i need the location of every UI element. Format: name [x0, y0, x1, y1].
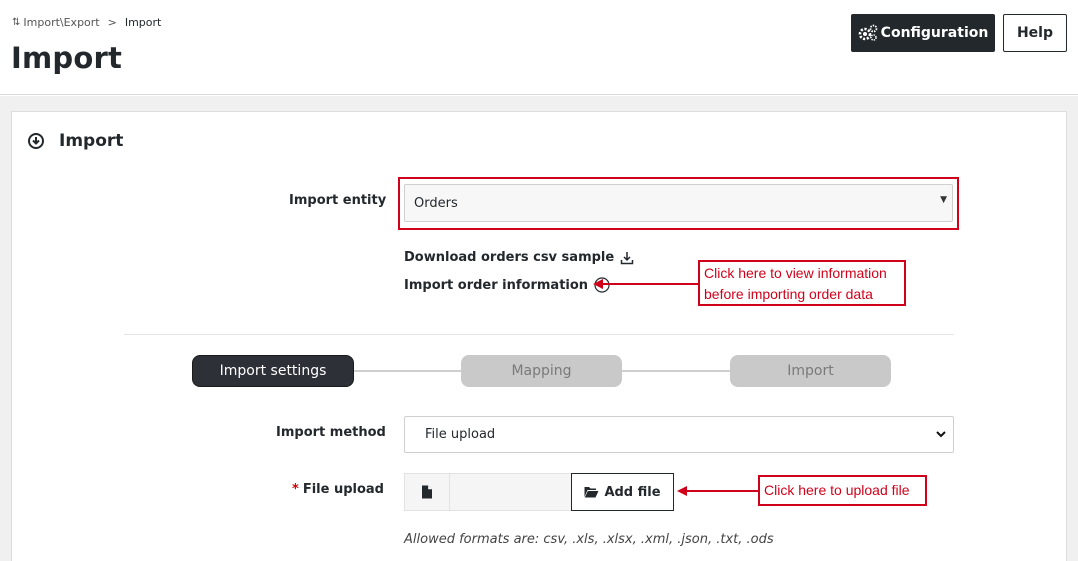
breadcrumb-current: Import — [124, 16, 162, 29]
file-upload-label: * File upload — [292, 482, 384, 497]
required-asterisk: * — [292, 482, 299, 497]
info-callout-line1: Click here to view information — [704, 265, 887, 281]
circle-arrow-down-icon — [28, 133, 44, 149]
download-sample-label: Download orders csv sample — [404, 250, 615, 265]
step-connector — [353, 370, 461, 372]
section-header: Import — [28, 131, 123, 151]
step-connector — [621, 370, 731, 372]
caret-down-icon: ▼ — [940, 195, 947, 205]
breadcrumb: ⇅ Import\Export > Import — [12, 16, 161, 29]
import-entity-value: Orders — [414, 195, 458, 211]
section-divider — [124, 334, 954, 335]
file-name-field[interactable] — [450, 473, 572, 511]
import-entity-select[interactable]: Orders ▼ — [404, 184, 953, 222]
upload-annotation-callout: Click here to upload file — [758, 475, 927, 506]
file-upload-label-text: File upload — [302, 482, 384, 497]
info-annotation-callout: Click here to view information before im… — [698, 260, 906, 306]
annotation-arrow-line — [601, 283, 699, 285]
import-order-info-label: Import order information — [404, 277, 589, 293]
configuration-label: Configuration — [880, 25, 989, 41]
chevron-down-icon — [936, 431, 946, 438]
file-icon-box — [404, 473, 450, 511]
import-method-label: Import method — [276, 425, 386, 440]
step-mapping[interactable]: Mapping — [461, 355, 622, 387]
gears-icon — [858, 24, 878, 41]
download-sample-link[interactable]: Download orders csv sample — [404, 250, 634, 265]
add-file-label: Add file — [604, 484, 661, 500]
import-method-value: File upload — [425, 427, 496, 442]
annotation-arrow-line — [685, 490, 759, 492]
help-button[interactable]: Help — [1003, 14, 1067, 52]
section-title: Import — [59, 131, 124, 151]
step-import-settings[interactable]: Import settings — [192, 355, 354, 387]
folder-open-icon — [584, 487, 599, 498]
page-title: Import — [11, 41, 123, 75]
page-header: ⇅ Import\Export > Import Import Configur… — [0, 0, 1078, 95]
breadcrumb-separator: > — [107, 16, 117, 29]
import-order-info-link[interactable]: Import order information — [404, 277, 610, 293]
import-method-select[interactable]: File upload — [404, 416, 954, 453]
allowed-formats-note: Allowed formats are: csv, .xls, .xlsx, .… — [404, 532, 774, 547]
download-icon — [620, 251, 634, 264]
step-import[interactable]: Import — [730, 355, 891, 387]
import-entity-label: Import entity — [289, 193, 387, 208]
file-icon — [422, 485, 432, 499]
import-export-icon: ⇅ — [12, 17, 21, 28]
configuration-button[interactable]: Configuration — [851, 14, 995, 52]
breadcrumb-parent[interactable]: Import\Export — [23, 16, 99, 29]
info-callout-line2: before importing order data — [704, 286, 873, 302]
add-file-button[interactable]: Add file — [571, 473, 674, 511]
